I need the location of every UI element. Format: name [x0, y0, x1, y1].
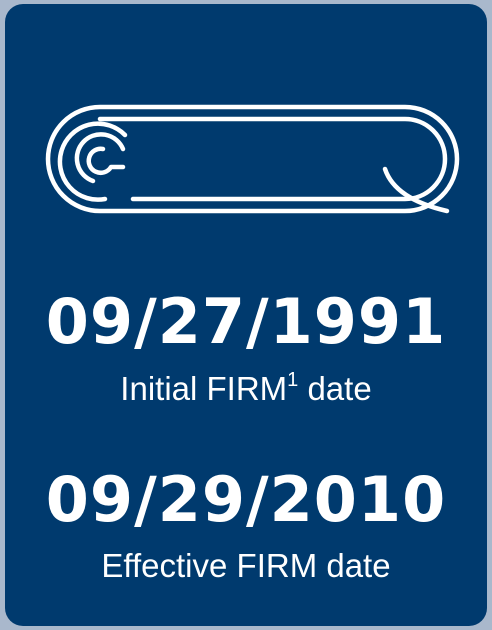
initial-firm-label-suffix: date	[298, 370, 372, 407]
footnote-marker: 1	[287, 369, 299, 391]
initial-firm-label-text: Initial FIRM	[120, 370, 288, 407]
effective-firm-date-label: Effective FIRM date	[101, 547, 391, 584]
initial-firm-date-value: 09/27/1991	[45, 285, 447, 358]
effective-firm-date-value: 09/29/2010	[45, 463, 447, 536]
info-card: 09/27/1991 Initial FIRM1 date 09/29/2010…	[5, 4, 487, 626]
initial-firm-date-label: Initial FIRM1 date	[5, 369, 487, 407]
scroll-icon	[45, 104, 460, 214]
